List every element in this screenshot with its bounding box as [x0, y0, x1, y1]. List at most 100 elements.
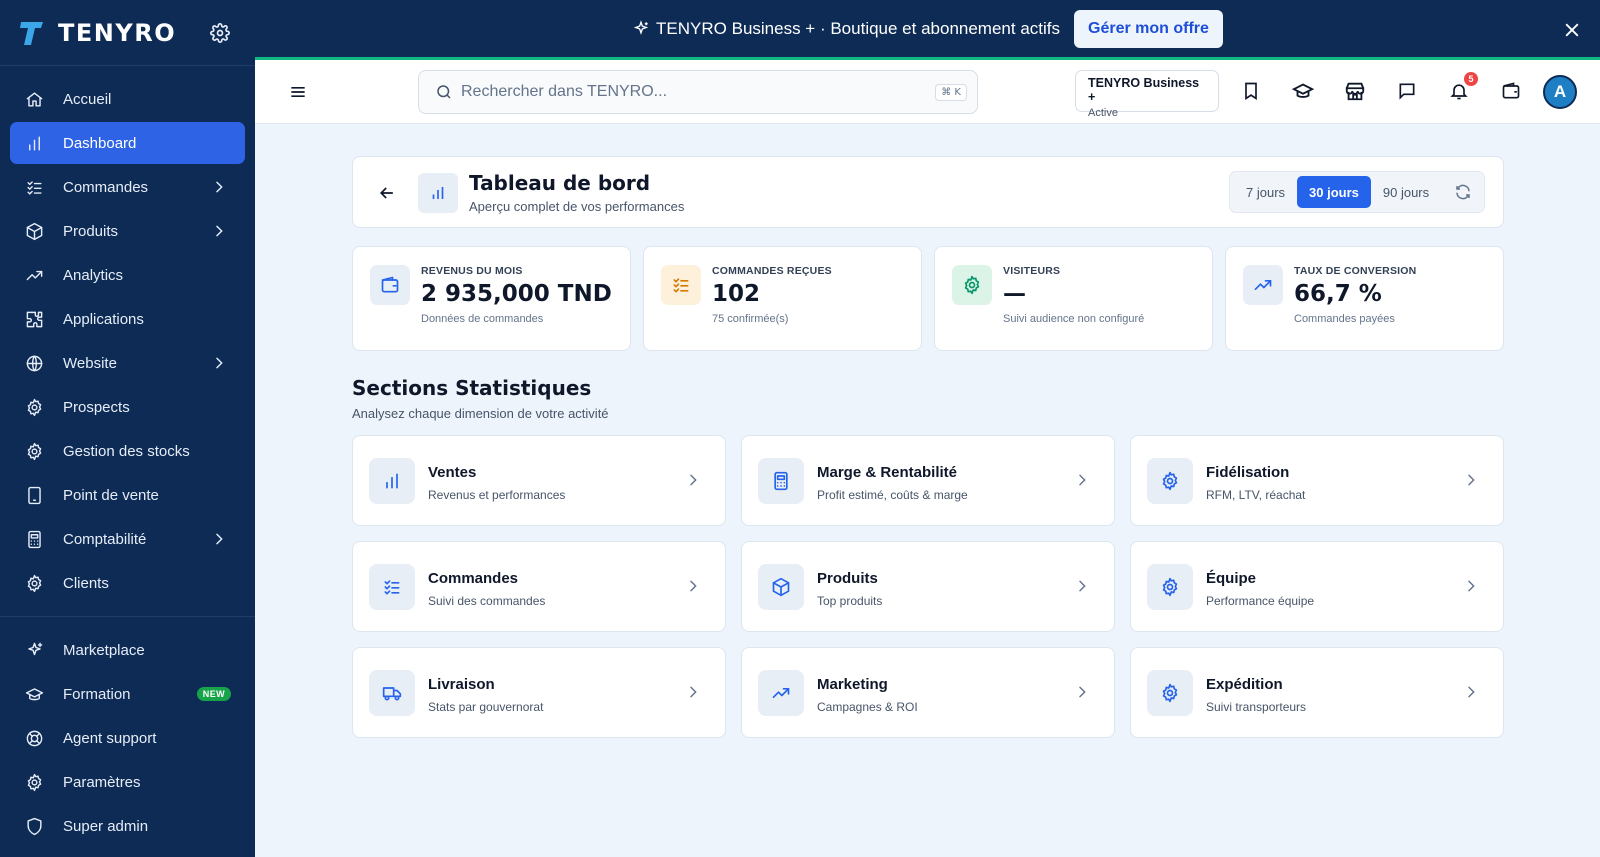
sidebar-header: TENYRO [0, 0, 255, 66]
graduation-cap-icon [24, 684, 44, 704]
stats-card-title: Marge & Rentabilité [817, 464, 958, 481]
range-7-days[interactable]: 7 jours [1234, 176, 1297, 208]
chat-icon[interactable] [1396, 80, 1418, 102]
stats-card-title: Commandes [428, 570, 519, 587]
stats-card-commandes[interactable]: Commandes Suivi des commandes [352, 541, 726, 632]
manage-offer-button[interactable]: Gérer mon offre [1074, 9, 1223, 48]
puzzle-icon [24, 309, 44, 329]
box-icon [758, 564, 804, 610]
search-bar[interactable]: ⌘ K [418, 70, 978, 114]
stats-card-fidelisation[interactable]: Fidélisation RFM, LTV, réachat [1130, 435, 1504, 526]
chevron-right-icon [211, 223, 227, 239]
stats-card-produits[interactable]: Produits Top produits [741, 541, 1115, 632]
checklist-icon [369, 564, 415, 610]
sidebar-item-gestion-des-stocks[interactable]: Gestion des stocks [10, 430, 245, 472]
sidebar-item-label: Clients [63, 574, 109, 592]
sidebar-item-website[interactable]: Website [10, 342, 245, 384]
kpi-value: 2 935,000 TND [421, 281, 612, 307]
sidebar-item-dashboard[interactable]: Dashboard [10, 122, 245, 164]
sidebar-item-point-de-vente[interactable]: Point de vente [10, 474, 245, 516]
sidebar-item-prospects[interactable]: Prospects [10, 386, 245, 428]
sidebar-item-marketplace[interactable]: Marketplace [10, 629, 245, 671]
sidebar-settings-icon[interactable] [209, 22, 231, 44]
stats-card-subtitle: Revenus et performances [428, 488, 566, 502]
sidebar-item-accueil[interactable]: Accueil [10, 78, 245, 120]
back-arrow-icon[interactable] [377, 183, 397, 203]
gear-icon [24, 573, 44, 593]
page-header: Tableau de bord Aperçu complet de vos pe… [352, 156, 1504, 228]
sidebar-item-agent-support[interactable]: Agent support [10, 717, 245, 759]
date-range-selector: 7 jours 30 jours 90 jours [1229, 171, 1485, 213]
chevron-right-icon [685, 578, 701, 594]
sparkle-icon [24, 640, 44, 660]
plan-name: TENYRO Business + [1088, 76, 1200, 104]
plan-badge[interactable]: TENYRO Business + Active [1075, 70, 1219, 119]
sparkle-icon [633, 19, 649, 35]
graduation-cap-icon[interactable] [1292, 80, 1314, 102]
sidebar-item-super-admin[interactable]: Super admin [10, 805, 245, 847]
sidebar-item-parametres[interactable]: Paramètres [10, 761, 245, 803]
calculator-icon [24, 529, 44, 549]
calculator-icon [758, 458, 804, 504]
sidebar-item-label: Formation [63, 685, 131, 703]
user-avatar[interactable]: A [1543, 75, 1577, 109]
range-90-days[interactable]: 90 jours [1371, 176, 1441, 208]
gear-icon [1147, 458, 1193, 504]
box-icon [24, 221, 44, 241]
menu-icon[interactable] [288, 82, 308, 102]
kpi-card-taux-de-conversion: TAUX DE CONVERSION 66,7 % Commandes payées [1225, 246, 1504, 351]
sidebar-item-label: Produits [63, 222, 119, 240]
sidebar-item-label: Marketplace [63, 641, 145, 659]
stats-card-subtitle: RFM, LTV, réachat [1206, 488, 1306, 502]
kpi-subtext: Données de commandes [421, 313, 544, 325]
chevron-right-icon [211, 179, 227, 195]
sidebar-item-label: Dashboard [63, 134, 137, 152]
stats-card-subtitle: Suivi des commandes [428, 594, 546, 608]
sidebar-item-analytics[interactable]: Analytics [10, 254, 245, 296]
chevron-right-icon [1074, 684, 1090, 700]
checklist-icon [661, 265, 701, 305]
stats-card-title: Marketing [817, 676, 888, 693]
bookmark-icon[interactable] [1240, 80, 1262, 102]
stats-card-subtitle: Profit estimé, coûts & marge [817, 488, 968, 502]
range-30-days[interactable]: 30 jours [1297, 176, 1371, 208]
stats-card-marge-rentabilite[interactable]: Marge & Rentabilité Profit estimé, coûts … [741, 435, 1115, 526]
banner-text: TENYRO Business + · Boutique et abonneme… [656, 18, 1061, 38]
sidebar-item-label: Super admin [63, 817, 149, 835]
stats-card-subtitle: Suivi transporteurs [1206, 700, 1307, 714]
bar-chart-icon [24, 133, 44, 153]
stats-card-livraison[interactable]: Livraison Stats par gouvernorat [352, 647, 726, 738]
sections-subtitle: Analysez chaque dimension de votre activ… [352, 406, 609, 421]
stats-card-ventes[interactable]: Ventes Revenus et performances [352, 435, 726, 526]
new-badge: NEW [196, 687, 231, 701]
gear-icon [1147, 670, 1193, 716]
kpi-card-visiteurs: VISITEURS — Suivi audience non configuré [934, 246, 1213, 351]
wallet-icon[interactable] [1500, 80, 1522, 102]
close-icon[interactable] [1562, 20, 1582, 40]
chevron-right-icon [1074, 578, 1090, 594]
sidebar-item-label: Gestion des stocks [63, 442, 190, 460]
brand-name[interactable]: TENYRO [58, 19, 176, 47]
stats-card-marketing[interactable]: Marketing Campagnes & ROI [741, 647, 1115, 738]
sidebar-item-applications[interactable]: Applications [10, 298, 245, 340]
sidebar-nav-bottom: Marketplace Formation NEW Agent support Para… [0, 629, 255, 847]
notification-bell-icon[interactable]: 5 [1448, 72, 1478, 102]
gear-icon [952, 265, 992, 305]
tenyro-logo-icon[interactable] [18, 18, 46, 48]
tablet-icon [24, 485, 44, 505]
search-input[interactable] [461, 83, 901, 101]
sidebar-item-produits[interactable]: Produits [10, 210, 245, 252]
sidebar-item-formation[interactable]: Formation NEW [10, 673, 245, 715]
refresh-icon[interactable] [1454, 183, 1472, 201]
stats-card-equipe[interactable]: Équipe Performance équipe [1130, 541, 1504, 632]
page-subtitle: Aperçu complet de vos performances [469, 199, 685, 214]
sidebar-item-commandes[interactable]: Commandes [10, 166, 245, 208]
gear-icon [24, 441, 44, 461]
store-icon[interactable] [1344, 80, 1366, 102]
sidebar: TENYRO Accueil Dashboard Commandes Produits… [0, 0, 255, 857]
sidebar-item-clients[interactable]: Clients [10, 562, 245, 604]
chevron-right-icon [1463, 472, 1479, 488]
stats-card-expedition[interactable]: Expédition Suivi transporteurs [1130, 647, 1504, 738]
sidebar-item-comptabilite[interactable]: Comptabilité [10, 518, 245, 560]
chevron-right-icon [685, 684, 701, 700]
